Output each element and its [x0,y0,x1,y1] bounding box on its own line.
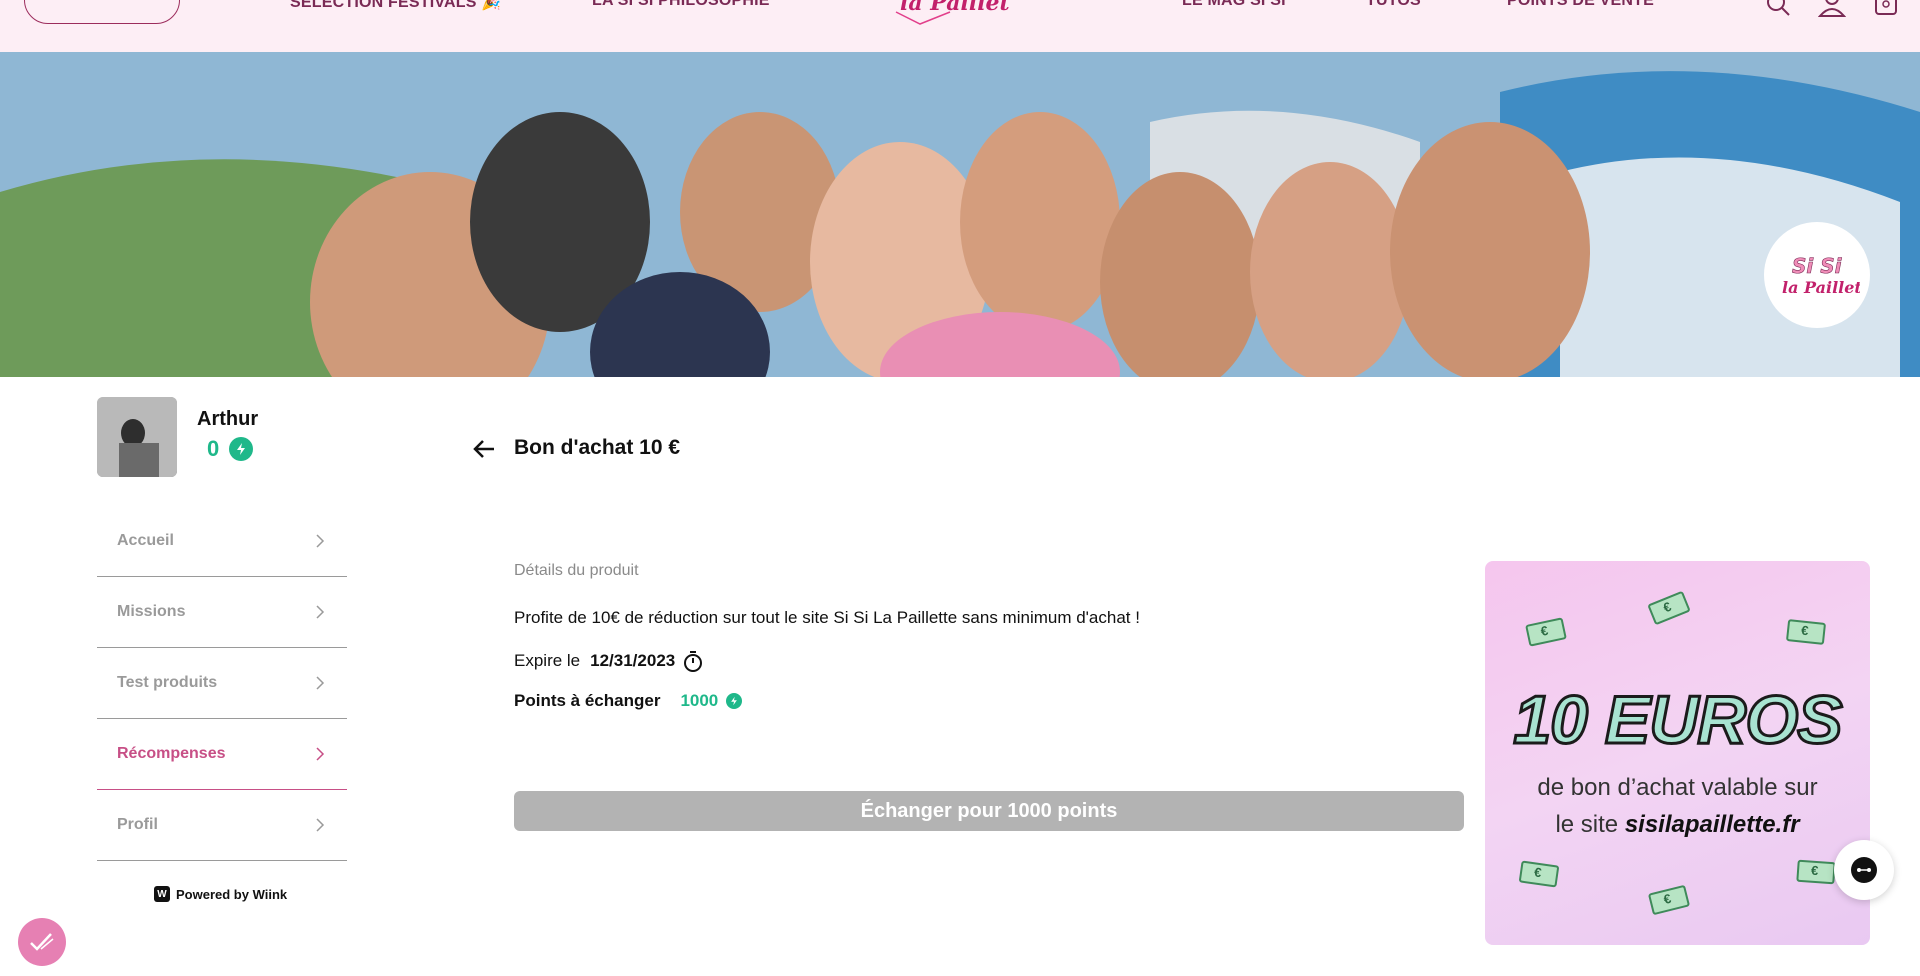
expire-date: 12/31/2023 [590,651,676,670]
hero-photo [0,52,1920,377]
money-bill-icon [1796,859,1836,885]
money-bill-icon [1525,617,1567,647]
sidebar-item-profil[interactable]: Profil [97,790,347,861]
page-title: Bon d'achat 10 € [514,436,681,459]
sidebar-item-label: Profil [117,816,158,833]
brand-logo[interactable]: la Paillette [890,0,1010,34]
voucher-line2-prefix: le site [1555,811,1625,838]
powered-by[interactable]: W Powered by Wiink [154,886,287,902]
chevron-right-icon [316,534,325,548]
eshop-button[interactable]: E-SHOP [24,0,180,24]
money-bill-icon [1518,860,1560,888]
product-description: Profite de 10€ de réduction sur tout le … [514,608,1140,627]
expire-row: Expire le 12/31/2023 [514,650,703,672]
voucher-image: 10 EUROS de bon d’achat valable sur le s… [1485,561,1870,945]
rewards-fab[interactable] [18,918,66,966]
back-arrow-icon[interactable] [472,436,498,462]
avatar[interactable] [97,397,177,477]
expire-label: Expire le [514,651,581,670]
voucher-amount: 10 EUROS [1512,681,1844,760]
section-label: Détails du produit [514,562,639,579]
sidebar-menu: Accueil Missions Test produits Récompens… [97,506,347,861]
nav-link-philosophie[interactable]: LA SI SI PHILOSOPHIE [592,0,770,10]
money-bill-icon [1785,619,1827,645]
user-points: 0 [207,436,254,462]
chat-button[interactable] [1834,840,1894,900]
search-icon[interactable] [1764,0,1792,18]
hero-brand-badge: Si Si la Paillette [1764,222,1870,328]
chevron-right-icon [316,747,325,761]
points-row: Points à échanger 1000 [514,691,743,711]
sidebar-item-missions[interactable]: Missions [97,577,347,648]
points-label: Points à échanger [514,691,661,710]
nav-link-mag[interactable]: LE MAG SI SI [1182,0,1286,10]
sidebar-item-label: Récompenses [117,745,226,762]
svg-text:la Paillette: la Paillette [900,0,1010,16]
voucher-line1: de bon d’achat valable sur [1537,774,1818,801]
sidebar-item-label: Missions [117,603,186,620]
voucher-line2: le site sisilapaillette.fr [1485,811,1870,839]
user-icon[interactable] [1817,0,1847,18]
sidebar-item-label: Test produits [117,674,218,691]
chevron-right-icon [316,676,325,690]
exchange-button[interactable]: Échanger pour 1000 points [514,791,1464,831]
wiink-logo-icon: W [154,886,170,902]
user-points-value: 0 [207,436,220,461]
sidebar-item-label: Accueil [117,532,174,549]
bolt-icon [726,693,743,709]
chevron-right-icon [316,605,325,619]
sidebar-item-recompenses[interactable]: Récompenses [97,719,347,790]
chat-icon [1851,857,1877,883]
money-bill-icon [1647,590,1691,626]
hero-banner: Si Si la Paillette [0,52,1920,377]
svg-text:la Paillette: la Paillette [1782,278,1860,297]
nav-link-tutos[interactable]: TUTOS [1366,0,1421,10]
powered-by-text: Powered by Wiink [176,886,288,902]
points-value: 1000 [680,691,719,710]
sidebar-item-test-produits[interactable]: Test produits [97,648,347,719]
bolt-icon [229,437,254,461]
money-bill-icon [1647,884,1691,916]
cart-icon[interactable] [1872,0,1900,18]
timer-icon [684,651,703,672]
sidebar-item-accueil[interactable]: Accueil [97,506,347,577]
voucher-site: sisilapaillette.fr [1624,811,1800,838]
brand-badge-logo: Si Si la Paillette [1782,254,1860,297]
top-nav: E-SHOP SÉLECTION FESTIVALS 🎉 LA SI SI PH… [0,0,1920,52]
nav-link-points-de-vente[interactable]: POINTS DE VENTE [1507,0,1654,10]
chevron-right-icon [316,818,325,832]
user-name: Arthur [197,408,259,430]
nav-link-festivals[interactable]: SÉLECTION FESTIVALS 🎉 [290,0,501,12]
svg-text:Si Si: Si Si [1792,254,1843,278]
rewards-fab-icon [30,933,54,951]
